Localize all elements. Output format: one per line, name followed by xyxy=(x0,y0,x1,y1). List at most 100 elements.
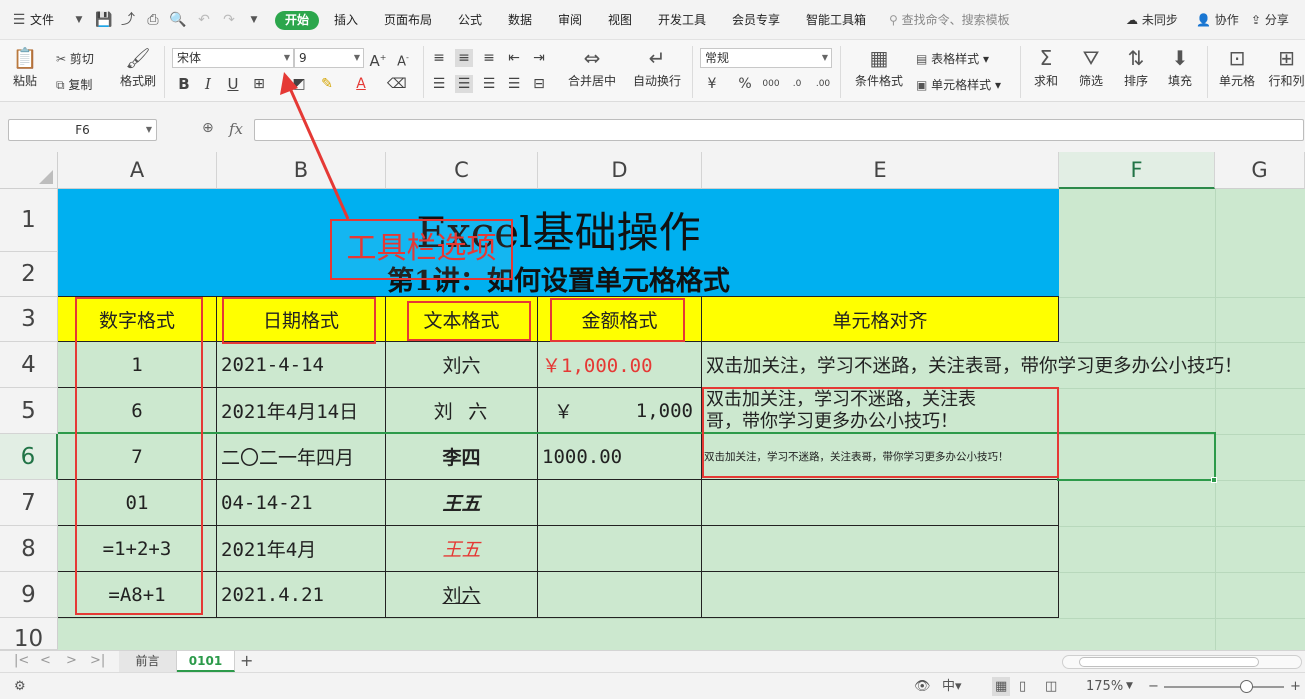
cell-e8[interactable] xyxy=(702,526,1059,572)
row-header-6[interactable]: 6 xyxy=(0,434,58,480)
tab-view[interactable]: 视图 xyxy=(608,11,632,30)
wrap-text-button[interactable]: ↵ 自动换行 xyxy=(632,44,682,89)
print-icon[interactable]: ⎙ xyxy=(144,11,162,29)
row-header-10[interactable]: 10 xyxy=(0,618,58,650)
tab-start[interactable]: 开始 xyxy=(275,11,320,30)
zoom-in-icon[interactable]: + xyxy=(1290,677,1301,696)
cell-b5[interactable]: 2021年4月14日 xyxy=(217,388,386,434)
quick-access-dropdown-icon[interactable]: ▼ xyxy=(245,11,263,29)
cell-d5[interactable]: ￥ 1,000 xyxy=(538,388,702,434)
select-all-corner[interactable] xyxy=(0,152,58,189)
zoom-formula-icon[interactable]: ⊕ xyxy=(202,120,214,136)
cell-d6[interactable]: 1000.00 xyxy=(538,434,702,480)
collab-button[interactable]: 👤 协作 xyxy=(1196,11,1239,29)
cell-e9[interactable] xyxy=(702,572,1059,618)
tab-smart-toolbox[interactable]: 智能工具箱 xyxy=(806,11,866,30)
input-method-icon[interactable]: 中▾ xyxy=(942,677,962,696)
format-painter-button[interactable]: 🖌 格式刷 xyxy=(119,44,157,89)
column-header-g[interactable]: G xyxy=(1215,152,1305,189)
cell-a9[interactable]: =A8+1 xyxy=(58,572,217,618)
conditional-format-button[interactable]: ▦ 条件格式 xyxy=(848,44,910,89)
cell-a6[interactable]: 7 xyxy=(58,434,217,480)
column-header-d[interactable]: D xyxy=(538,152,702,189)
sheet-tab-preface[interactable]: 前言 xyxy=(119,651,177,672)
column-header-a[interactable]: A xyxy=(58,152,217,189)
cell-c9[interactable]: 刘六 xyxy=(386,572,538,618)
zoom-out-icon[interactable]: − xyxy=(1148,677,1159,696)
tab-insert[interactable]: 插入 xyxy=(334,11,358,30)
font-size-select[interactable]: 9 ▼ xyxy=(294,48,364,68)
export-icon[interactable]: ⤴ xyxy=(119,11,137,29)
column-header-b[interactable]: B xyxy=(217,152,386,189)
align-right-icon[interactable]: ☰ xyxy=(480,75,498,93)
font-color-icon[interactable]: A xyxy=(352,75,370,93)
undo-icon[interactable]: ↶ xyxy=(195,11,213,29)
thousands-icon[interactable]: 000 xyxy=(760,75,782,93)
align-bottom-icon[interactable]: ≡ xyxy=(480,49,498,67)
italic-icon[interactable]: I xyxy=(199,75,217,93)
chevron-down-icon[interactable]: ▼ xyxy=(1126,677,1133,696)
zoom-slider[interactable] xyxy=(1164,686,1284,688)
align-left-icon[interactable]: ☰ xyxy=(430,75,448,93)
cell-style-button[interactable]: ▣ 单元格样式 ▾ xyxy=(916,76,1001,93)
tab-data[interactable]: 数据 xyxy=(508,11,532,30)
column-header-e[interactable]: E xyxy=(702,152,1059,189)
tab-formula[interactable]: 公式 xyxy=(458,11,482,30)
percent-icon[interactable]: % xyxy=(736,75,754,93)
first-sheet-icon[interactable]: |< xyxy=(14,653,29,668)
cell-b6[interactable]: 二〇二一年四月 xyxy=(217,434,386,480)
cell-c4[interactable]: 刘六 xyxy=(386,342,538,388)
eraser-icon[interactable]: ⌫ xyxy=(387,75,407,93)
page-break-view-icon[interactable]: ◫ xyxy=(1045,677,1057,696)
cell-button[interactable]: ⊡ 单元格 xyxy=(1216,44,1258,89)
horizontal-scrollbar[interactable] xyxy=(1062,655,1302,669)
cell-e3[interactable]: 单元格对齐 xyxy=(702,297,1059,342)
formula-input[interactable] xyxy=(254,119,1304,141)
number-format-select[interactable]: 常规 ▼ xyxy=(700,48,832,68)
add-sheet-button[interactable]: + xyxy=(240,651,253,670)
table-style-button[interactable]: ▤ 表格样式 ▾ xyxy=(916,50,989,67)
sheet-tab-0101[interactable]: 0101 xyxy=(177,651,235,672)
cell-c3[interactable]: 文本格式 xyxy=(386,297,538,342)
merge-center-button[interactable]: ⇔ 合并居中 xyxy=(563,44,621,89)
print-preview-icon[interactable]: 🔍 xyxy=(169,11,187,29)
indent-decrease-icon[interactable]: ⇤ xyxy=(505,49,523,67)
hamburger-icon[interactable]: ☰ xyxy=(10,11,28,29)
prev-sheet-icon[interactable]: < xyxy=(40,653,51,668)
decrease-decimal-icon[interactable]: .00 xyxy=(814,75,832,93)
increase-font-icon[interactable]: A+ xyxy=(369,49,387,70)
fill-color-icon[interactable]: ◩ xyxy=(290,75,308,93)
column-header-f[interactable]: F xyxy=(1059,152,1215,189)
fx-icon[interactable]: fx xyxy=(229,120,243,138)
cell-b4[interactable]: 2021-4-14 xyxy=(217,342,386,388)
last-sheet-icon[interactable]: >| xyxy=(90,653,105,668)
paste-button[interactable]: 📋 粘贴 xyxy=(10,44,40,89)
share-button[interactable]: ⇪ 分享 xyxy=(1251,11,1289,29)
row-header-1[interactable]: 1 xyxy=(0,189,58,252)
cell-b8[interactable]: 2021年4月 xyxy=(217,526,386,572)
cell-e7[interactable] xyxy=(702,480,1059,526)
row-col-button[interactable]: ⊞ 行和列 xyxy=(1268,44,1305,89)
cell-d3[interactable]: 金额格式 xyxy=(538,297,702,342)
save-icon[interactable]: 💾 xyxy=(95,11,113,29)
cell-d4[interactable]: ￥1,000.00 xyxy=(538,342,702,388)
bold-icon[interactable]: B xyxy=(175,75,193,93)
filter-button[interactable]: ⛛ 筛选 xyxy=(1073,44,1109,89)
highlight-icon[interactable]: ✎ xyxy=(318,75,336,93)
cut-button[interactable]: ✂ 剪切 xyxy=(56,50,94,67)
eye-protection-icon[interactable]: 👁 xyxy=(914,677,931,696)
cell-a7[interactable]: 01 xyxy=(58,480,217,526)
copy-button[interactable]: ⧉ 复制 xyxy=(56,76,92,93)
tab-review[interactable]: 审阅 xyxy=(558,11,582,30)
title-merged-cell[interactable]: Excel基础操作 第1讲：如何设置单元格格式 xyxy=(58,189,1059,297)
scrollbar-thumb[interactable] xyxy=(1079,657,1259,667)
command-search[interactable]: ⚲ 查找命令、搜索模板 xyxy=(889,10,1029,30)
align-center-icon[interactable]: ☰ xyxy=(455,75,473,93)
row-header-9[interactable]: 9 xyxy=(0,572,58,618)
cell-c7[interactable]: 王五 xyxy=(386,480,538,526)
cell-e5[interactable]: 双击加关注，学习不迷路，关注表 哥，带你学习更多办公小技巧！ xyxy=(702,388,1059,434)
row-header-8[interactable]: 8 xyxy=(0,526,58,572)
cell-b7[interactable]: 04-14-21 xyxy=(217,480,386,526)
border-icon[interactable]: ⊞ xyxy=(250,75,268,93)
tab-member[interactable]: 会员专享 xyxy=(732,11,780,30)
